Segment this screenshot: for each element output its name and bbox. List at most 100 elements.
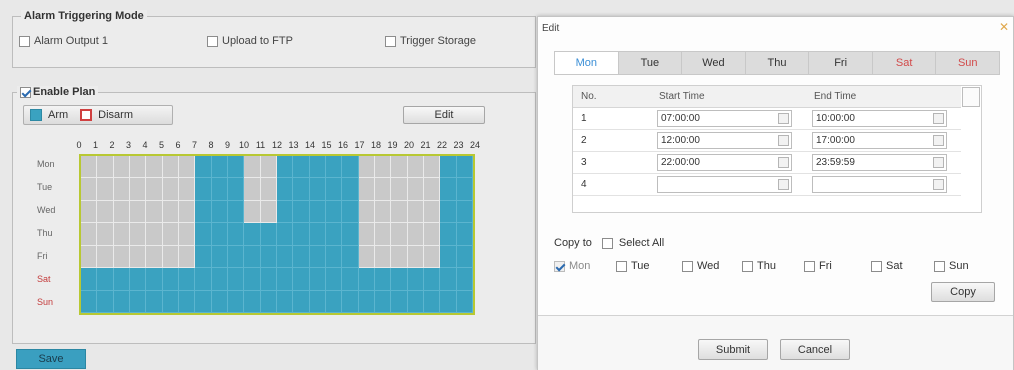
schedule-cell[interactable] bbox=[179, 223, 196, 246]
schedule-cell[interactable] bbox=[244, 200, 261, 224]
schedule-cell[interactable] bbox=[424, 268, 441, 291]
schedule-cell[interactable] bbox=[391, 290, 408, 313]
schedule-cell[interactable] bbox=[244, 223, 261, 246]
schedule-cell[interactable] bbox=[146, 245, 163, 269]
schedule-cell[interactable] bbox=[277, 290, 294, 313]
schedule-cell[interactable] bbox=[195, 290, 212, 313]
time-picker-icon[interactable] bbox=[778, 135, 789, 146]
schedule-cell[interactable] bbox=[391, 245, 408, 269]
schedule-cell[interactable] bbox=[81, 245, 98, 269]
schedule-cell[interactable] bbox=[424, 156, 441, 179]
schedule-cell[interactable] bbox=[260, 245, 277, 269]
schedule-cell[interactable] bbox=[81, 290, 98, 313]
copy-day-sat[interactable]: Sat bbox=[871, 260, 903, 272]
submit-button[interactable]: Submit bbox=[698, 339, 768, 360]
start-time-input[interactable]: 12:00:00 bbox=[657, 132, 792, 149]
schedule-cell[interactable] bbox=[326, 178, 343, 201]
end-time-input[interactable] bbox=[812, 176, 947, 193]
schedule-cell[interactable] bbox=[326, 268, 343, 291]
schedule-cell[interactable] bbox=[162, 156, 179, 179]
schedule-cell[interactable] bbox=[326, 290, 343, 313]
schedule-cell[interactable] bbox=[358, 268, 375, 291]
schedule-cell[interactable] bbox=[162, 223, 179, 246]
schedule-cell[interactable] bbox=[326, 223, 343, 246]
schedule-cell[interactable] bbox=[407, 200, 424, 224]
copy-day-checkbox[interactable] bbox=[871, 260, 882, 272]
schedule-cell[interactable] bbox=[277, 156, 294, 179]
schedule-cell[interactable] bbox=[130, 268, 147, 291]
schedule-cell[interactable] bbox=[130, 200, 147, 224]
schedule-cell[interactable] bbox=[358, 223, 375, 246]
schedule-cell[interactable] bbox=[293, 200, 310, 224]
schedule-cell[interactable] bbox=[113, 178, 130, 201]
time-picker-icon[interactable] bbox=[933, 135, 944, 146]
schedule-cell[interactable] bbox=[195, 200, 212, 224]
schedule-cell[interactable] bbox=[277, 178, 294, 201]
schedule-cell[interactable] bbox=[407, 178, 424, 201]
tab-wed[interactable]: Wed bbox=[682, 52, 746, 74]
end-time-input[interactable]: 10:00:00 bbox=[812, 110, 947, 127]
schedule-cell[interactable] bbox=[424, 200, 441, 224]
enable-plan-checkbox[interactable] bbox=[20, 86, 31, 98]
arm-label[interactable]: Arm bbox=[48, 109, 68, 121]
schedule-cell[interactable] bbox=[342, 268, 359, 291]
schedule-cell[interactable] bbox=[342, 290, 359, 313]
schedule-cell[interactable] bbox=[326, 200, 343, 224]
schedule-cell[interactable] bbox=[358, 178, 375, 201]
schedule-cell[interactable] bbox=[146, 200, 163, 224]
copy-day-fri[interactable]: Fri bbox=[804, 260, 832, 272]
schedule-cell[interactable] bbox=[456, 200, 473, 224]
schedule-cell[interactable] bbox=[228, 245, 245, 269]
tab-tue[interactable]: Tue bbox=[619, 52, 683, 74]
time-picker-icon[interactable] bbox=[933, 179, 944, 190]
schedule-cell[interactable] bbox=[162, 200, 179, 224]
schedule-cell[interactable] bbox=[228, 290, 245, 313]
schedule-cell[interactable] bbox=[195, 156, 212, 179]
schedule-cell[interactable] bbox=[407, 268, 424, 291]
save-button[interactable]: Save bbox=[16, 349, 86, 369]
schedule-cell[interactable] bbox=[146, 290, 163, 313]
schedule-grid[interactable] bbox=[79, 154, 475, 315]
schedule-cell[interactable] bbox=[375, 156, 392, 179]
schedule-cell[interactable] bbox=[97, 290, 114, 313]
schedule-cell[interactable] bbox=[228, 156, 245, 179]
enable-plan-toggle[interactable]: Enable Plan bbox=[17, 86, 99, 98]
schedule-cell[interactable] bbox=[195, 268, 212, 291]
schedule-cell[interactable] bbox=[195, 223, 212, 246]
schedule-cell[interactable] bbox=[456, 223, 473, 246]
schedule-cell[interactable] bbox=[130, 178, 147, 201]
schedule-cell[interactable] bbox=[228, 223, 245, 246]
schedule-cell[interactable] bbox=[260, 290, 277, 313]
schedule-cell[interactable] bbox=[375, 245, 392, 269]
copy-day-sun[interactable]: Sun bbox=[934, 260, 969, 272]
schedule-cell[interactable] bbox=[244, 290, 261, 313]
schedule-cell[interactable] bbox=[146, 268, 163, 291]
schedule-cell[interactable] bbox=[146, 223, 163, 246]
schedule-cell[interactable] bbox=[113, 245, 130, 269]
copy-day-thu[interactable]: Thu bbox=[742, 260, 776, 272]
end-time-input[interactable]: 17:00:00 bbox=[812, 132, 947, 149]
time-picker-icon[interactable] bbox=[778, 113, 789, 124]
schedule-cell[interactable] bbox=[130, 245, 147, 269]
schedule-cell[interactable] bbox=[342, 200, 359, 224]
schedule-cell[interactable] bbox=[456, 245, 473, 269]
schedule-cell[interactable] bbox=[391, 178, 408, 201]
schedule-cell[interactable] bbox=[424, 245, 441, 269]
schedule-cell[interactable] bbox=[342, 245, 359, 269]
schedule-cell[interactable] bbox=[375, 290, 392, 313]
schedule-cell[interactable] bbox=[358, 290, 375, 313]
end-time-input[interactable]: 23:59:59 bbox=[812, 154, 947, 171]
schedule-cell[interactable] bbox=[211, 200, 228, 224]
schedule-cell[interactable] bbox=[375, 268, 392, 291]
schedule-cell[interactable] bbox=[179, 290, 196, 313]
schedule-cell[interactable] bbox=[293, 268, 310, 291]
schedule-cell[interactable] bbox=[358, 245, 375, 269]
start-time-input[interactable] bbox=[657, 176, 792, 193]
schedule-cell[interactable] bbox=[211, 290, 228, 313]
schedule-cell[interactable] bbox=[195, 245, 212, 269]
schedule-cell[interactable] bbox=[260, 156, 277, 179]
alarm-output-1-option[interactable]: Alarm Output 1 bbox=[19, 35, 108, 47]
tab-fri[interactable]: Fri bbox=[809, 52, 873, 74]
schedule-cell[interactable] bbox=[424, 290, 441, 313]
schedule-cell[interactable] bbox=[391, 223, 408, 246]
